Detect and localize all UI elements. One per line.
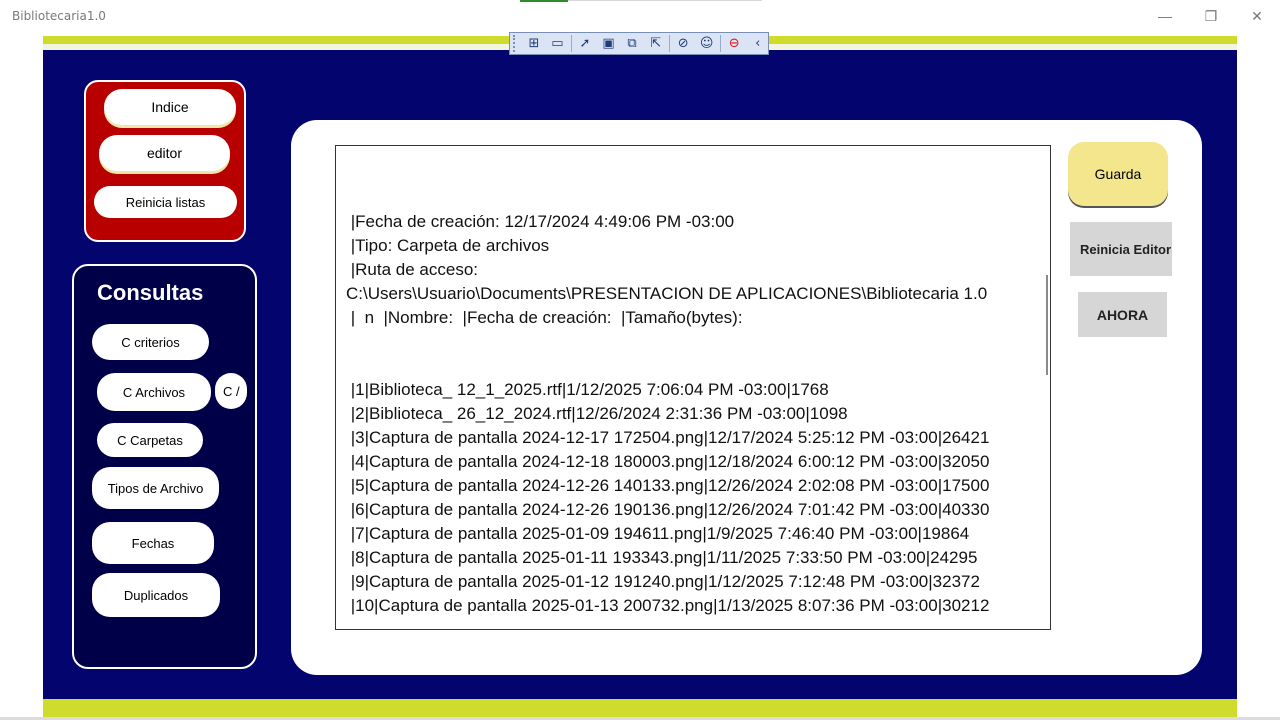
tipos-de-archivo-button[interactable]: Tipos de Archivo [92, 467, 219, 509]
bottom-accent-stripe [43, 699, 1237, 717]
toolbar-separator [719, 35, 721, 52]
select-element-icon[interactable]: ⊞ [524, 34, 545, 53]
editor-button[interactable]: editor [99, 135, 230, 171]
minimize-button[interactable]: — [1142, 0, 1188, 32]
close-icon: ✕ [1251, 7, 1263, 24]
editor-line: |Fecha de creación: 12/17/2024 4:49:06 P… [346, 212, 735, 231]
ahora-button[interactable]: AHORA [1078, 292, 1167, 337]
editor-line: |5|Captura de pantalla 2024-12-26 140133… [346, 476, 990, 495]
restore-icon: ❐ [1204, 7, 1218, 24]
restore-button[interactable]: ❐ [1188, 0, 1234, 32]
editor-line: C:\Users\Usuario\Documents\PRESENTACION … [346, 284, 988, 303]
reinicia-editor-button[interactable]: Reinicia Editor [1070, 222, 1172, 276]
c-carpetas-button[interactable]: C Carpetas [97, 423, 203, 457]
editor-line: |10|Captura de pantalla 2025-01-13 20073… [346, 596, 990, 615]
guarda-button[interactable]: Guarda [1068, 142, 1168, 206]
editor-text: |Fecha de creación: 12/17/2024 4:49:06 P… [346, 210, 1034, 618]
editor-scrollbar[interactable] [1046, 275, 1048, 375]
toolbar-separator [668, 35, 670, 52]
toolbar-separator [570, 35, 572, 52]
track-focus-icon[interactable]: ⇱ [645, 34, 666, 53]
editor-line: |4|Captura de pantalla 2024-12-18 180003… [346, 452, 990, 471]
fechas-button[interactable]: Fechas [92, 522, 214, 564]
c-extra-button[interactable]: C / [215, 373, 247, 409]
pointer-select-icon[interactable]: ➚ [575, 34, 596, 53]
duplicados-button[interactable]: Duplicados [92, 573, 220, 617]
stop-icon[interactable]: ⊖ [724, 34, 745, 53]
title-accent-bar [520, 0, 568, 2]
layout-adorner-icon[interactable]: ⧉ [622, 34, 643, 53]
minimize-icon: — [1158, 8, 1172, 24]
editor-line: |9|Captura de pantalla 2025-01-12 191240… [346, 572, 980, 591]
grip-icon[interactable] [513, 35, 521, 52]
editor-line: |8|Captura de pantalla 2025-01-11 193343… [346, 548, 978, 567]
editor-line: | n |Nombre: |Fecha de creación: |Tamaño… [346, 308, 743, 327]
editor-line: |Tipo: Carpeta de archivos [346, 236, 550, 255]
accessibility-icon[interactable]: ☺ [696, 34, 717, 53]
close-button[interactable]: ✕ [1234, 0, 1280, 32]
c-criterios-button[interactable]: C criterios [92, 324, 209, 360]
c-archivos-button[interactable]: C Archivos [97, 373, 211, 411]
collapse-icon[interactable]: ‹ [747, 34, 768, 53]
reinicia-listas-button[interactable]: Reinicia listas [94, 186, 237, 218]
editor-textbox[interactable]: |Fecha de creación: 12/17/2024 4:49:06 P… [335, 145, 1051, 630]
frame-icon[interactable]: ▣ [598, 34, 619, 53]
editor-line: |2|Biblioteca_ 26_12_2024.rtf|12/26/2024… [346, 404, 848, 423]
consultas-title: Consultas [97, 280, 204, 305]
editor-line: |3|Captura de pantalla 2024-12-17 172504… [346, 428, 990, 447]
debug-toolbar: ⊞ ▭ ➚ ▣ ⧉ ⇱ ⊘ ☺ ⊖ ‹ [509, 32, 769, 55]
editor-line: |6|Captura de pantalla 2024-12-26 190136… [346, 500, 990, 519]
window-title: Bibliotecaria1.0 [12, 9, 106, 23]
video-icon[interactable]: ▭ [547, 34, 568, 53]
editor-line: |7|Captura de pantalla 2025-01-09 194611… [346, 524, 970, 543]
editor-line: |1|Biblioteca_ 12_1_2025.rtf|1/12/2025 7… [346, 380, 829, 399]
accessibility-checker-icon[interactable]: ⊘ [673, 34, 694, 53]
editor-line: |Ruta de acceso: [346, 260, 478, 279]
indice-button[interactable]: Indice [104, 89, 236, 125]
title-accent-line [568, 0, 762, 1]
window-title-bar: Bibliotecaria1.0 — ❐ ✕ [0, 0, 1280, 32]
